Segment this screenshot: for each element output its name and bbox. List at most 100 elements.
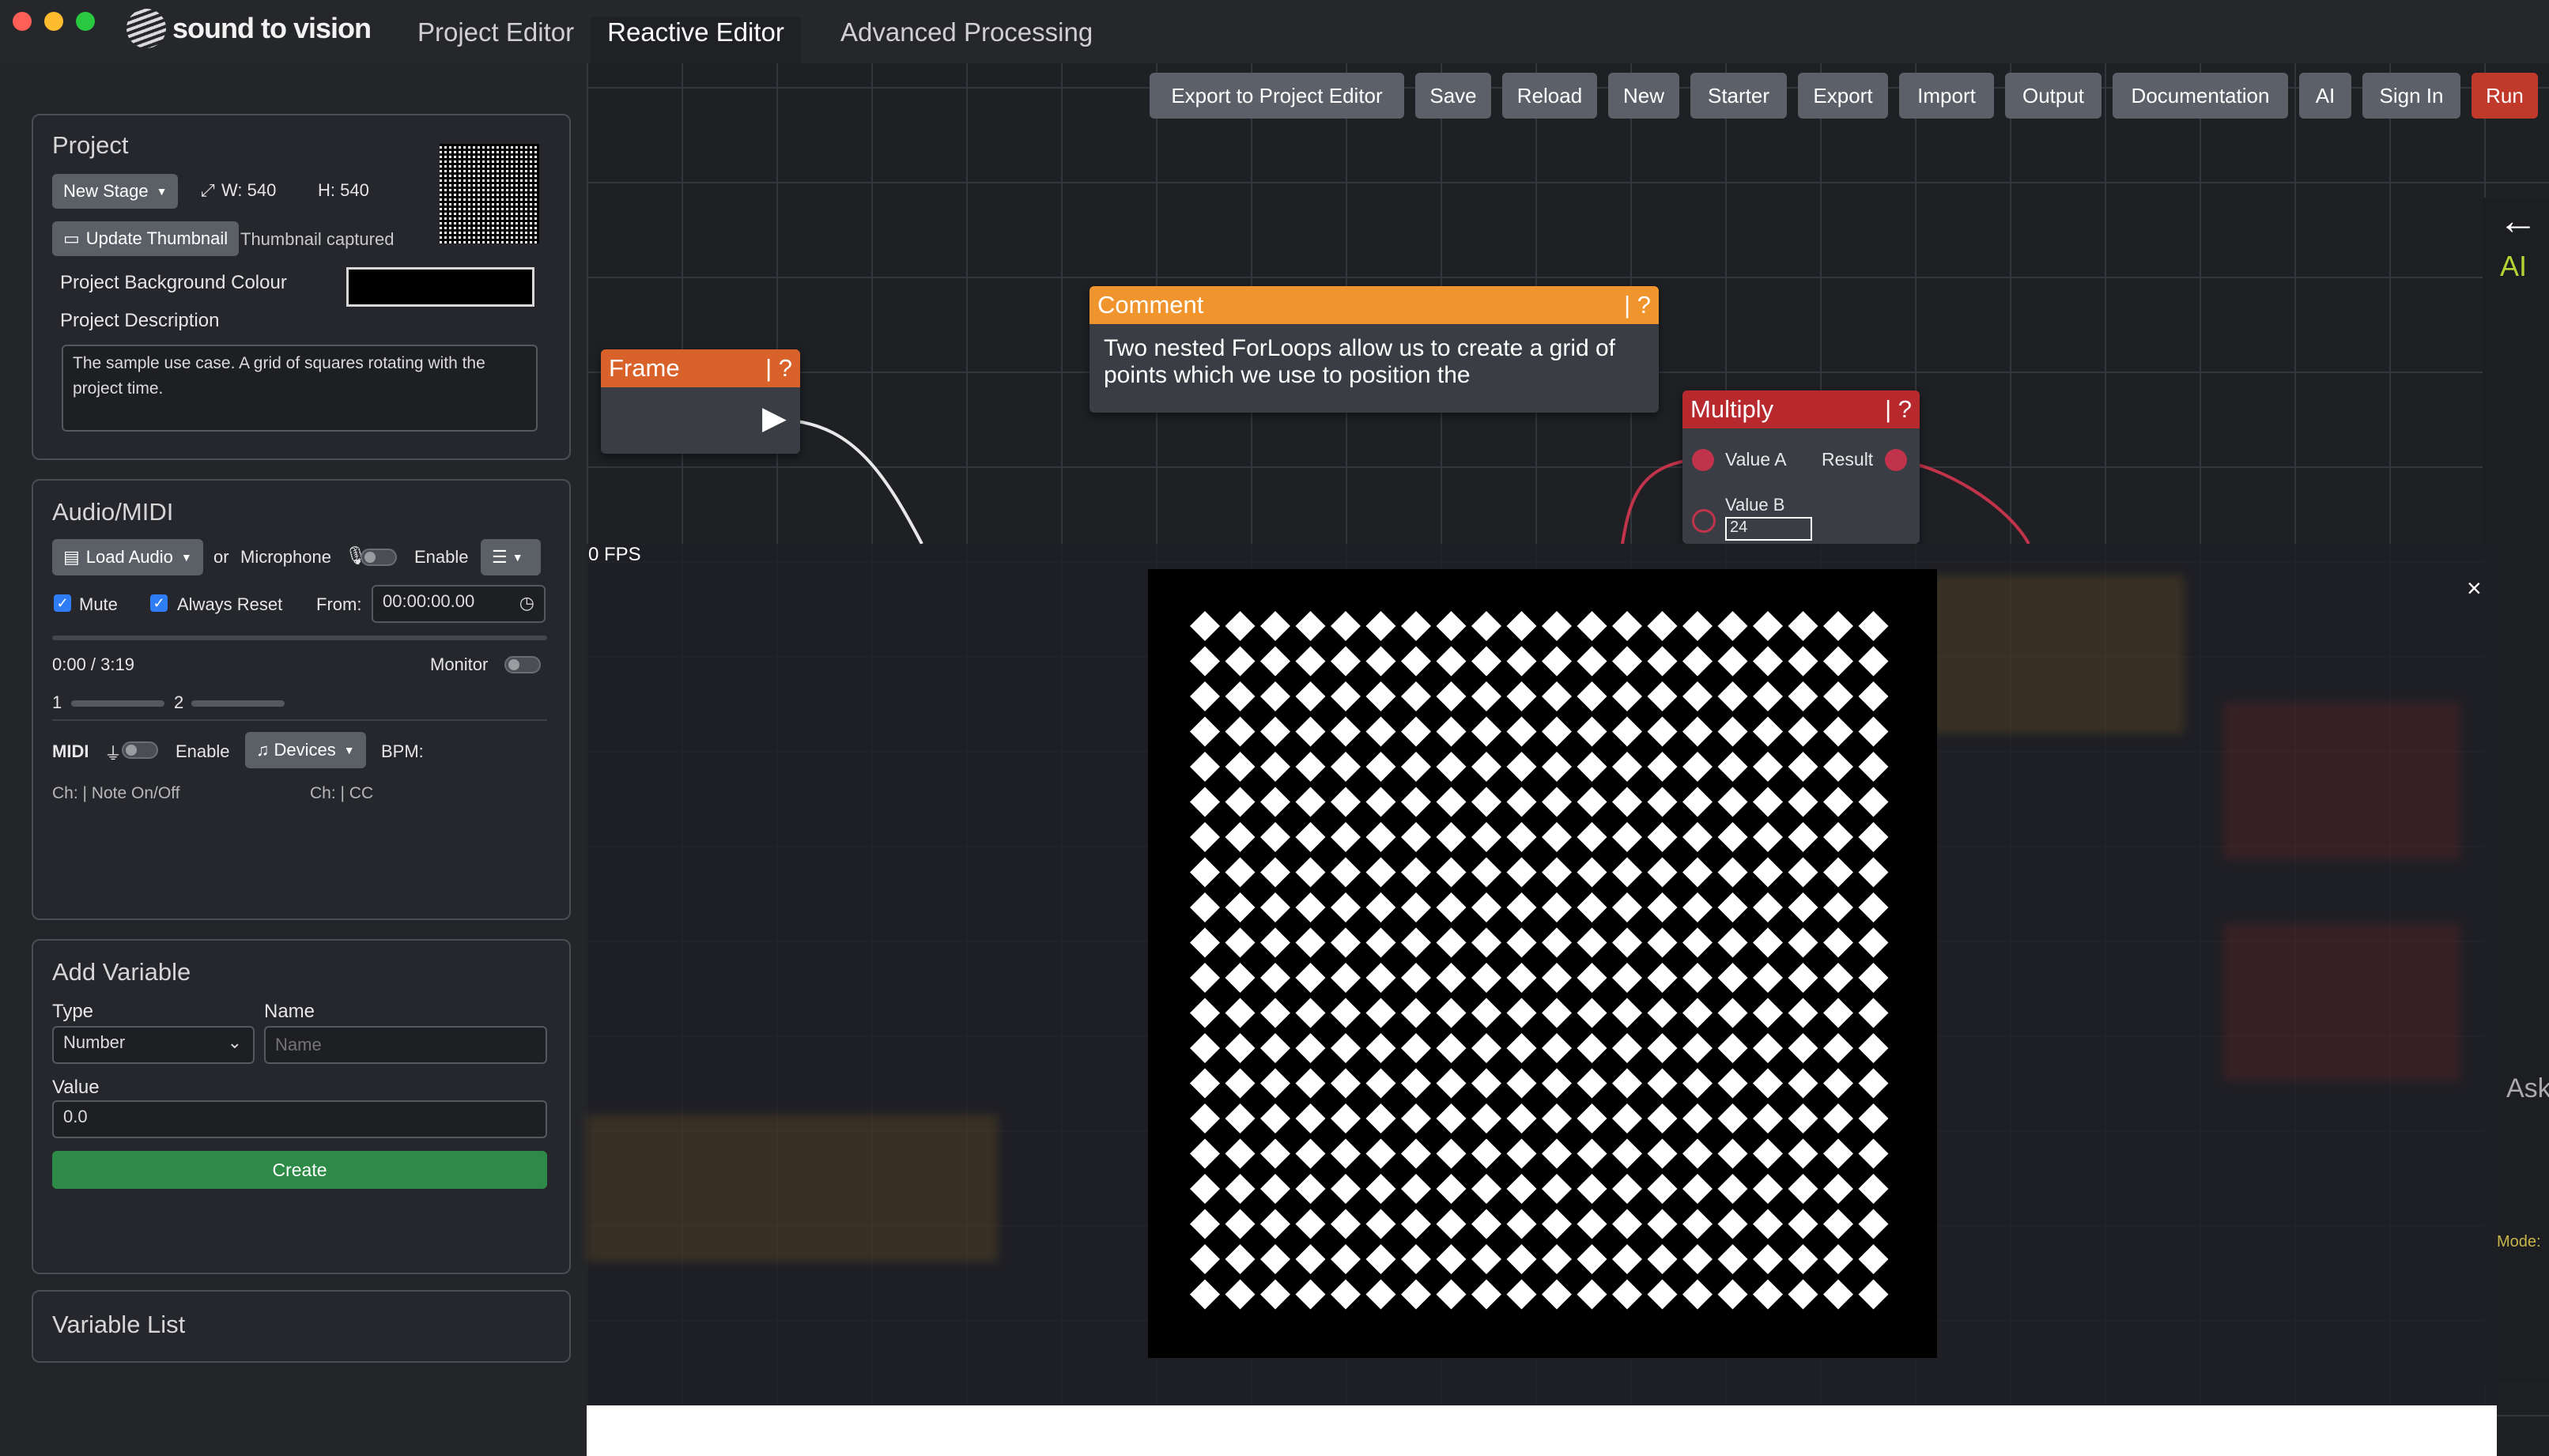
grid-diamond [1225,681,1256,711]
grid-diamond [1823,822,1853,852]
grid-diamond [1190,998,1220,1028]
frame-node-header[interactable]: Frame | ? [601,349,800,387]
grid-diamond [1506,646,1537,677]
grid-diamond [1295,681,1326,711]
grid-diamond [1365,786,1396,817]
grid-diamond [1436,611,1467,641]
grid-diamond [1190,646,1220,677]
grid-diamond [1295,1174,1326,1204]
grid-diamond [1295,1244,1326,1274]
grid-diamond [1682,927,1713,958]
grid-diamond [1542,1244,1572,1274]
grid-diamond [1436,1209,1467,1239]
value-a-port[interactable] [1692,449,1714,471]
grid-diamond [1542,1103,1572,1133]
grid-diamond [1365,716,1396,747]
grid-diamond [1717,1244,1748,1274]
multiply-node-title: Multiply [1690,395,1774,423]
grid-diamond [1717,752,1748,782]
grid-diamond [1542,998,1572,1028]
result-port[interactable] [1885,449,1907,471]
grid-diamond [1647,611,1678,641]
grid-diamond [1401,998,1431,1028]
grid-diamond [1190,927,1220,958]
grid-diamond [1753,681,1783,711]
multiply-node-header[interactable]: Multiply | ? [1682,390,1920,428]
grid-diamond [1436,998,1467,1028]
grid-diamond [1225,786,1256,817]
value-b-port[interactable] [1692,509,1716,533]
grid-diamond [1401,786,1431,817]
grid-diamond [1717,963,1748,993]
grid-diamond [1823,857,1853,888]
grid-diamond [1365,927,1396,958]
grid-diamond [1647,927,1678,958]
grid-diamond [1331,998,1361,1028]
grid-diamond [1858,716,1889,747]
grid-diamond [1858,752,1889,782]
grid-diamond [1295,1033,1326,1063]
grid-diamond [1858,963,1889,993]
grid-diamond [1612,1033,1642,1063]
blurred-node [1931,575,2184,734]
grid-diamond [1471,611,1501,641]
grid-diamond [1542,1279,1572,1310]
result-label: Result [1822,449,1874,470]
grid-diamond [1647,681,1678,711]
grid-diamond [1542,963,1572,993]
grid-diamond [1225,1244,1256,1274]
grid-diamond [1471,998,1501,1028]
close-preview-button[interactable]: × [2467,574,2482,603]
grid-diamond [1647,1068,1678,1099]
grid-diamond [1542,1174,1572,1204]
frame-node[interactable]: Frame | ? ▶ [601,349,800,454]
grid-diamond [1471,716,1501,747]
grid-diamond [1260,1033,1290,1063]
grid-diamond [1506,1103,1537,1133]
grid-diamond [1612,716,1642,747]
grid-diamond [1401,1174,1431,1204]
help-icon[interactable]: | ? [1885,395,1912,424]
grid-diamond [1717,927,1748,958]
grid-diamond [1753,998,1783,1028]
grid-diamond [1612,1103,1642,1133]
ask-input-label[interactable]: Ask [2506,1073,2549,1104]
grid-diamond [1295,822,1326,852]
grid-diamond [1190,1033,1220,1063]
play-output-icon[interactable]: ▶ [762,400,787,436]
grid-diamond [1753,611,1783,641]
grid-diamond [1577,963,1607,993]
grid-diamond [1295,1138,1326,1169]
value-a-wire [1621,458,1693,545]
grid-diamond [1717,611,1748,641]
multiply-node[interactable]: Multiply | ? Value A Result Value B 24 [1682,390,1920,544]
grid-diamond [1788,681,1818,711]
grid-diamond [1788,1033,1818,1063]
grid-diamond [1577,1033,1607,1063]
grid-diamond [1401,822,1431,852]
grid-diamond [1612,752,1642,782]
value-b-input[interactable]: 24 [1725,517,1812,541]
grid-diamond [1647,752,1678,782]
grid-diamond [1788,998,1818,1028]
grid-diamond [1577,681,1607,711]
grid-diamond [1682,1103,1713,1133]
grid-diamond [1471,892,1501,922]
comment-node-header[interactable]: Comment | ? [1089,286,1659,324]
grid-diamond [1331,1103,1361,1133]
grid-diamond [1365,1279,1396,1310]
grid-diamond [1577,752,1607,782]
grid-diamond [1753,822,1783,852]
grid-diamond [1295,752,1326,782]
grid-diamond [1225,646,1256,677]
grid-diamond [1823,786,1853,817]
grid-diamond [1331,1068,1361,1099]
comment-node[interactable]: Comment | ? Two nested ForLoops allow us… [1089,286,1659,413]
help-icon[interactable]: | ? [765,354,792,383]
grid-diamond [1331,786,1361,817]
help-icon[interactable]: | ? [1624,291,1651,319]
grid-diamond [1577,998,1607,1028]
grid-diamond [1506,822,1537,852]
grid-diamond [1858,892,1889,922]
grid-diamond [1717,1033,1748,1063]
